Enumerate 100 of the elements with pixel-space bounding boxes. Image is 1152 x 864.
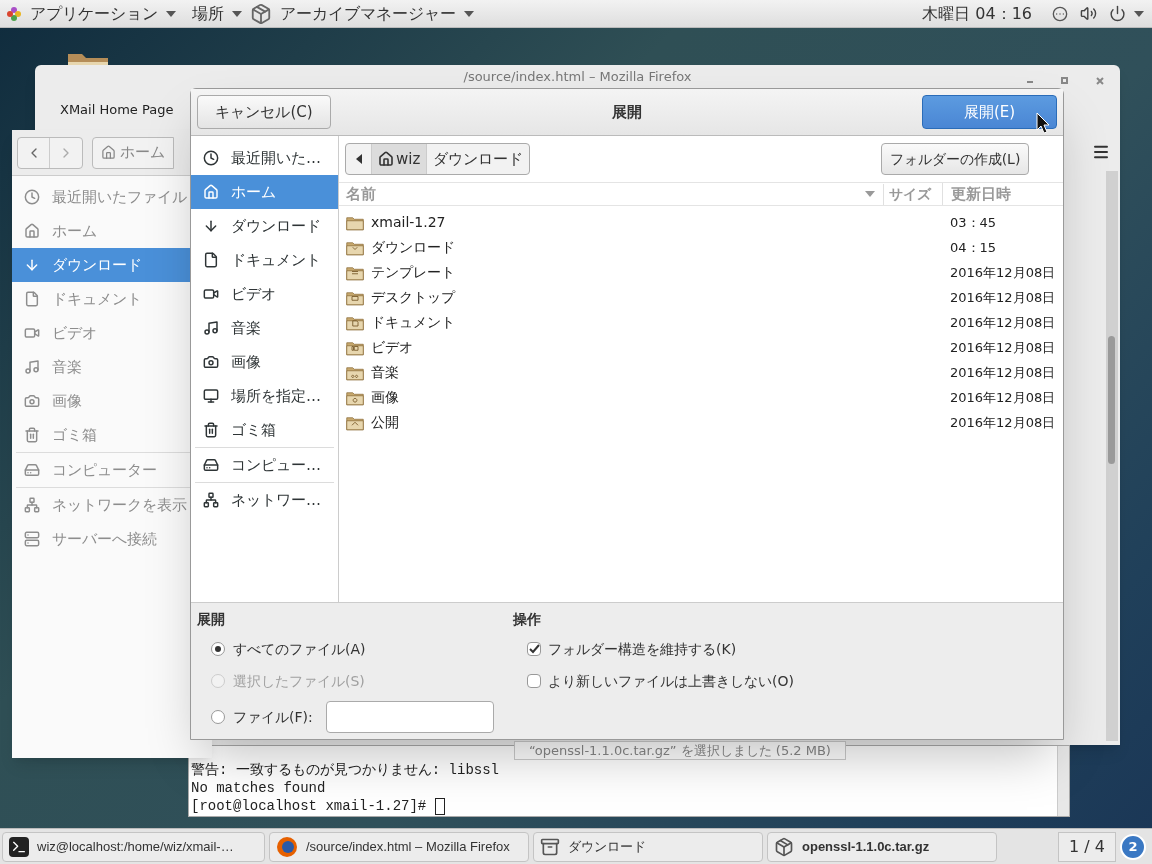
terminal-scrollbar[interactable]: [1057, 746, 1069, 816]
modified-date: 2016年12月08日: [950, 388, 1057, 407]
camera-icon: [24, 393, 40, 409]
scrollbar-thumb[interactable]: [1108, 336, 1115, 464]
network-icon: [24, 497, 40, 513]
section-title: 操作: [513, 610, 542, 629]
taskbar-item[interactable]: ダウンロード: [533, 831, 763, 862]
modified-date: 2016年12月08日: [950, 263, 1057, 282]
modified-date: 2016年12月08日: [950, 288, 1057, 307]
folder-icon: [346, 314, 364, 331]
sidebar-item[interactable]: ダウンロード: [191, 209, 338, 243]
caret-icon: [232, 10, 242, 17]
modified-date: 04：15: [950, 238, 998, 257]
video-icon: [24, 325, 40, 341]
create-folder-button[interactable]: フォルダーの作成(L): [881, 143, 1029, 175]
top-menu[interactable]: アーカイブマネージャー: [250, 1, 474, 26]
sidebar-label: コンピュー…: [231, 454, 321, 476]
folder-icon: [346, 414, 364, 431]
sidebar-label: ドキュメント: [231, 249, 321, 271]
sidebar-item[interactable]: コンピュー…: [191, 448, 338, 482]
sidebar-label: ネットワー…: [231, 489, 321, 511]
radio-label: ファイル(F):: [233, 707, 313, 727]
document-icon: [24, 291, 40, 307]
maximize-icon[interactable]: [1061, 77, 1068, 84]
file-name[interactable]: xmail-1.27: [371, 212, 446, 233]
home-icon: [24, 223, 40, 239]
file-name[interactable]: テンプレート: [371, 262, 455, 283]
dialog-title: 展開: [612, 101, 642, 123]
file-name[interactable]: 公開: [371, 412, 399, 433]
sidebar-label: ゴミ箱: [52, 424, 97, 446]
radio-button[interactable]: [211, 710, 225, 724]
checkbox[interactable]: [527, 674, 541, 688]
notification-badge[interactable]: 2: [1120, 833, 1146, 860]
taskbar-item[interactable]: openssl-1.1.0c.tar.gz: [767, 831, 997, 862]
cabinet-icon: [540, 836, 560, 857]
sidebar-item[interactable]: 最近開いた…: [191, 141, 338, 175]
globe-icon: [276, 835, 298, 858]
file-pattern-field[interactable]: [325, 701, 494, 733]
network-icon: [203, 492, 219, 508]
file-name[interactable]: ドキュメント: [371, 312, 455, 333]
clock[interactable]: 木曜日 04：16: [922, 1, 1032, 26]
sidebar-item[interactable]: ネットワー…: [191, 483, 338, 517]
terminal-line: [root@localhost xmail-1.27]#: [191, 797, 427, 815]
folder-icon: [346, 289, 364, 306]
sidebar-label: ホーム: [52, 220, 97, 242]
workspace-pager[interactable]: 1 / 4: [1058, 831, 1116, 862]
taskbar-item[interactable]: wiz@localhost:/home/wiz/xmail-…: [2, 831, 265, 862]
video-icon: [203, 286, 219, 302]
clock-icon: [203, 150, 219, 166]
sidebar-item[interactable]: 音楽: [191, 311, 338, 345]
path-button[interactable]: wiz: [372, 144, 427, 174]
file-name[interactable]: ダウンロード: [371, 237, 455, 258]
terminal-line: 警告: 一致するものが見つかりません: libssl: [191, 761, 499, 779]
folder-icon: [346, 389, 364, 406]
sort-icon[interactable]: [865, 191, 875, 197]
modified-date: 2016年12月08日: [950, 413, 1057, 432]
home-icon: [101, 145, 116, 160]
folder-icon: [346, 214, 364, 231]
sidebar-item[interactable]: ゴミ箱: [191, 413, 338, 447]
sidebar-label: 場所を指定…: [231, 385, 321, 407]
text-cursor: [435, 797, 446, 815]
sidebar-label: ビデオ: [231, 283, 276, 305]
sidebar-label: 最近開いたファイル: [52, 186, 187, 208]
file-name[interactable]: 音楽: [371, 362, 399, 383]
sidebar-label: ダウンロード: [52, 254, 142, 276]
monitor-icon: [203, 388, 219, 404]
taskbar-item[interactable]: /source/index.html – Mozilla Firefox: [269, 831, 529, 862]
document-icon: [203, 252, 219, 268]
sidebar-item[interactable]: 画像: [191, 345, 338, 379]
sidebar-label: ゴミ箱: [231, 419, 276, 441]
sidebar-label: ビデオ: [52, 322, 97, 344]
file-name[interactable]: ビデオ: [371, 337, 413, 358]
cancel-button[interactable]: キャンセル(C): [197, 95, 331, 129]
volume-icon[interactable]: [1080, 5, 1097, 22]
sidebar-label: 音楽: [52, 356, 82, 378]
sidebar-label: 最近開いた…: [231, 147, 321, 169]
caret-icon: [1134, 10, 1144, 17]
top-menu[interactable]: 場所: [192, 1, 242, 26]
trash-icon: [203, 422, 219, 438]
checkbox[interactable]: [527, 642, 541, 656]
tab-title[interactable]: XMail Home Page: [60, 100, 174, 120]
file-name[interactable]: デスクトップ: [371, 287, 455, 308]
path-button[interactable]: ダウンロード: [426, 144, 530, 174]
music-icon: [24, 359, 40, 375]
status-icon[interactable]: [1052, 5, 1068, 22]
power-icon[interactable]: [1109, 5, 1126, 22]
top-menu[interactable]: アプリケーション: [30, 1, 176, 26]
window-title: /source/index.html – Mozilla Firefox: [463, 68, 692, 84]
tooltip: “openssl-1.1.0c.tar.gz” を選択しました (5.2 MB): [514, 741, 846, 760]
file-name[interactable]: 画像: [371, 387, 399, 408]
flower-icon: [6, 5, 22, 22]
radio-button[interactable]: [211, 642, 225, 656]
music-icon: [203, 320, 219, 336]
sidebar-item[interactable]: 場所を指定…: [191, 379, 338, 413]
close-icon[interactable]: [1096, 77, 1104, 85]
server-icon: [24, 531, 40, 547]
menu-icon[interactable]: [1092, 143, 1110, 161]
modified-date: 2016年12月08日: [950, 313, 1057, 332]
modified-date: 2016年12月08日: [950, 338, 1057, 357]
modified-date: 03：45: [950, 213, 998, 232]
